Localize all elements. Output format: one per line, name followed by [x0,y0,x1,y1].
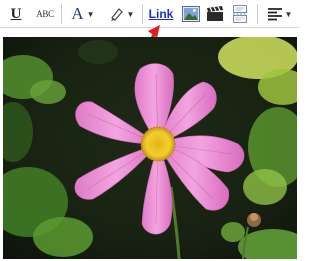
align-left-icon [267,7,282,20]
spellcheck-icon: ABC [36,9,54,19]
link-button[interactable]: Link [147,5,175,23]
highlight-pen-icon [110,8,123,21]
font-color-icon: A [71,4,84,23]
chevron-down-icon: ▼ [86,9,95,19]
insert-image-button[interactable] [182,5,200,23]
inserted-image-flower [3,37,297,259]
toolbar-divider [61,4,62,24]
underline-icon: U [10,5,22,22]
font-color-button[interactable]: A ▼ [68,4,98,23]
highlight-button[interactable]: ▼ [104,5,138,23]
align-button[interactable]: ▼ [266,5,294,23]
editor-toolbar: U ABC A ▼ ▼ Link ▼ [0,0,300,28]
jump-break-icon [233,5,247,23]
toolbar-divider [142,4,143,24]
insert-video-button[interactable] [206,5,224,23]
insert-video-icon [207,6,223,21]
jump-break-button[interactable] [231,5,249,23]
chevron-down-icon: ▼ [284,9,293,19]
spellcheck-button[interactable]: ABC [34,5,56,23]
underline-button[interactable]: U [8,5,24,23]
toolbar-divider [257,4,258,24]
insert-image-icon [182,6,200,22]
chevron-down-icon: ▼ [126,9,135,19]
link-label: Link [148,7,174,21]
